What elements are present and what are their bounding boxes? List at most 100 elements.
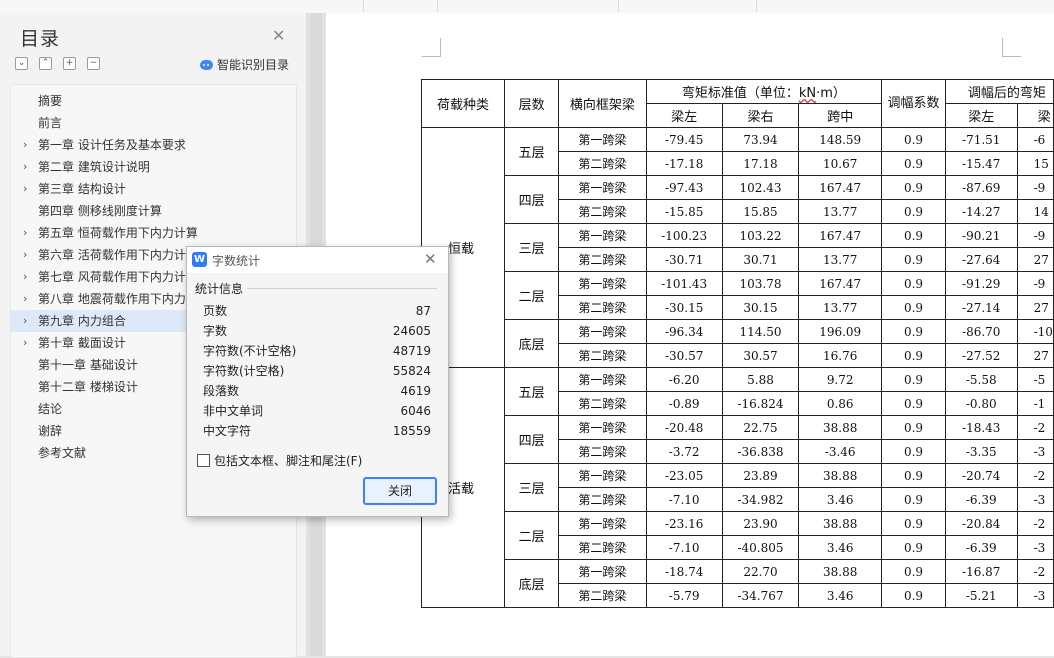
adjust-factor-cell: 0.9 — [881, 559, 946, 584]
stat-value: 4619 — [400, 384, 431, 398]
stat-label: 中文字符 — [203, 424, 252, 438]
floor-cell: 二层 — [504, 511, 560, 560]
robot-icon — [200, 59, 213, 70]
stat-label: 页数 — [203, 304, 228, 318]
moment-left-cell: -18.74 — [645, 559, 723, 584]
moment-mid-cell: 13.77 — [798, 295, 883, 320]
adjust-factor-cell: 0.9 — [881, 367, 946, 392]
chevron-right-icon[interactable]: › — [23, 266, 27, 288]
moment-left-cell: -20.48 — [645, 415, 723, 440]
adjusted-right-cell: -2 — [1016, 415, 1054, 440]
dialog-title: 字数统计 — [212, 254, 261, 268]
toc-item-label: 第八章 地震荷载作用下内力计算 — [38, 292, 210, 306]
beam-cell: 第一跨梁 — [558, 223, 647, 248]
header-after-left: 梁左 — [944, 103, 1018, 128]
beam-cell: 第二跨梁 — [558, 439, 647, 464]
floor-cell: 四层 — [504, 415, 560, 464]
moment-mid-cell: 3.46 — [798, 535, 883, 560]
toc-item[interactable]: 摘要 — [11, 90, 296, 112]
adjust-factor-cell: 0.9 — [881, 127, 946, 152]
stat-row: 段落数 4619 — [203, 381, 431, 401]
moment-right-cell: 114.50 — [721, 319, 800, 344]
toc-item-label: 第一章 设计任务及基本要求 — [38, 138, 186, 152]
close-icon[interactable]: ✕ — [272, 28, 285, 44]
toc-item[interactable]: › 第五章 恒荷载作用下内力计算 — [11, 222, 296, 244]
toc-item[interactable]: 前言 — [11, 112, 296, 134]
stat-row: 字数 24605 — [203, 321, 431, 341]
chevron-right-icon[interactable]: › — [23, 134, 27, 156]
beam-cell: 第一跨梁 — [558, 511, 647, 536]
toc-item[interactable]: › 第三章 结构设计 — [11, 178, 296, 200]
header-mid: 跨中 — [798, 103, 883, 128]
adjust-factor-cell: 0.9 — [881, 295, 946, 320]
moment-left-cell: -15.85 — [645, 199, 723, 224]
toc-item[interactable]: › 第一章 设计任务及基本要求 — [11, 134, 296, 156]
adjusted-right-cell: 27 — [1016, 343, 1054, 368]
remove-heading-icon[interactable]: − — [87, 57, 100, 70]
moment-right-cell: 103.22 — [721, 223, 800, 248]
adjusted-right-cell: -2 — [1016, 559, 1054, 584]
adjust-factor-cell: 0.9 — [881, 391, 946, 416]
moment-left-cell: -97.43 — [645, 175, 723, 200]
table-row: 二层 第一跨梁 -23.16 23.90 38.88 0.9 -20.84 -2 — [422, 511, 1054, 560]
floor-cell: 五层 — [504, 127, 560, 176]
adjusted-left-cell: -5.21 — [944, 583, 1018, 608]
chevron-right-icon[interactable]: › — [23, 310, 27, 332]
adjusted-right-cell: 15 — [1016, 151, 1054, 176]
include-notes-checkbox[interactable] — [197, 454, 210, 467]
chevron-right-icon[interactable]: › — [23, 222, 27, 244]
toc-item[interactable]: › 第二章 建筑设计说明 — [11, 156, 296, 178]
moment-right-cell: 30.15 — [721, 295, 800, 320]
chevron-right-icon[interactable]: › — [23, 178, 27, 200]
stat-value: 48719 — [392, 344, 431, 358]
stat-row: 中文字符 18559 — [203, 421, 431, 441]
moment-mid-cell: 38.88 — [798, 559, 883, 584]
smart-toc-label: 智能识别目录 — [217, 58, 290, 72]
adjusted-left-cell: -27.64 — [944, 247, 1018, 272]
moment-right-cell: 30.57 — [721, 343, 800, 368]
chevron-right-icon[interactable]: › — [23, 288, 27, 310]
moment-mid-cell: 196.09 — [798, 319, 883, 344]
include-notes-label[interactable]: 包括文本框、脚注和尾注(F) — [214, 452, 362, 469]
toc-item-label: 第七章 风荷载作用下内力计算 — [38, 270, 198, 284]
adjusted-left-cell: -6.39 — [944, 535, 1018, 560]
add-heading-icon[interactable]: + — [63, 57, 76, 70]
moment-mid-cell: 13.77 — [798, 199, 883, 224]
adjusted-left-cell: -20.84 — [944, 511, 1018, 536]
moment-mid-cell: 167.47 — [798, 175, 883, 200]
adjusted-left-cell: -27.14 — [944, 295, 1018, 320]
toc-item-label: 结论 — [38, 402, 63, 416]
table-row: 三层 第一跨梁 -100.23 103.22 167.47 0.9 -90.21 -9 — [422, 223, 1054, 272]
moment-mid-cell: 167.47 — [798, 271, 883, 296]
toolbar-divider — [756, 0, 757, 12]
smart-toc-button[interactable]: 智能识别目录 — [200, 56, 289, 73]
collapse-all-icon[interactable]: ⌄ — [15, 57, 28, 70]
adjusted-left-cell: -87.69 — [944, 175, 1018, 200]
stat-value: 6046 — [400, 404, 431, 418]
header-after-right: 梁 — [1016, 103, 1054, 128]
moment-mid-cell: 9.72 — [798, 367, 883, 392]
adjust-factor-cell: 0.9 — [881, 487, 946, 512]
adjusted-right-cell: 14 — [1016, 199, 1054, 224]
adjusted-left-cell: -3.35 — [944, 439, 1018, 464]
table-row: 四层 第一跨梁 -20.48 22.75 38.88 0.9 -18.43 -2 — [422, 415, 1054, 464]
crop-mark — [422, 38, 441, 57]
floor-cell: 底层 — [504, 319, 560, 368]
stat-value: 24605 — [392, 324, 431, 338]
expand-up-icon[interactable]: ⌃ — [39, 57, 52, 70]
moment-mid-cell: 3.46 — [798, 583, 883, 608]
toc-item[interactable]: 第四章 侧移线刚度计算 — [11, 200, 296, 222]
chevron-right-icon[interactable]: › — [23, 332, 27, 354]
dialog-titlebar[interactable]: W 字数统计 ✕ — [187, 247, 448, 273]
moment-right-cell: -34.982 — [721, 487, 800, 512]
table-row: 三层 第一跨梁 -23.05 23.89 38.88 0.9 -20.74 -2 — [422, 463, 1054, 512]
moment-right-cell: -40.805 — [721, 535, 800, 560]
toc-item-label: 第六章 活荷载作用下内力计算 — [38, 248, 198, 262]
chevron-right-icon[interactable]: › — [23, 156, 27, 178]
word-count-dialog: W 字数统计 ✕ 统计信息 页数 87 字数 24605 字符数(不计空格) 48719 字… — [186, 246, 449, 517]
dialog-close-icon[interactable]: ✕ — [424, 251, 437, 267]
chevron-right-icon[interactable]: › — [23, 244, 27, 266]
adjusted-right-cell: -10 — [1016, 319, 1054, 344]
close-button[interactable]: 关闭 — [363, 477, 437, 505]
adjusted-left-cell: -27.52 — [944, 343, 1018, 368]
